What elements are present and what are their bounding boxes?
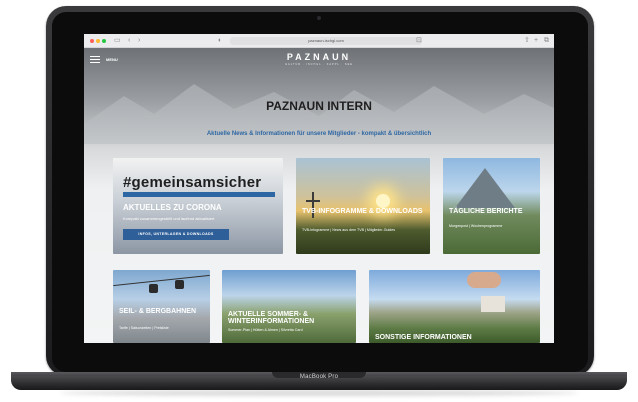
address-bar[interactable]: paznaun-ischgl.com — [230, 37, 422, 45]
site-logo-sub: GALTÜR · ISCHGL · KAPPL · SEE — [285, 63, 353, 66]
back-icon[interactable]: ‹ — [128, 37, 130, 45]
card-daily-reports[interactable]: TÄGLICHE BERICHTE Morgenpost | Wochenpro… — [443, 158, 540, 254]
mountain-peak-image — [455, 168, 515, 208]
maximize-window-icon[interactable] — [102, 39, 106, 43]
gondola-image — [175, 280, 184, 289]
page-title: PAZNAUN INTERN — [266, 99, 372, 113]
card-infogramme[interactable]: TVB-INFOGRAMME & DOWNLOADS TVB-Infogramm… — [296, 158, 430, 254]
card-other-info[interactable]: SONSTIGE INFORMATIONEN — [369, 270, 540, 343]
privacy-shield-icon[interactable]: ◐ — [218, 37, 222, 45]
card-title: AKTUELLES ZU CORONA — [123, 203, 222, 212]
hashtag-text: #gemeinsamsicher — [123, 174, 262, 191]
card-title: TVB-INFOGRAMME & DOWNLOADS — [302, 208, 423, 215]
card-text: Tarife | Saisonzeiten | Preisliste — [119, 326, 169, 330]
house-image — [481, 296, 505, 312]
card-cable-cars[interactable]: SEIL- & BERGBAHNEN Tarife | Saisonzeiten… — [113, 270, 210, 343]
browser-window: ▭ ‹ › ◐ paznaun-ischgl.com ⊡ ⇧ + ⧉ MENU … — [84, 34, 554, 343]
summit-cross-bar — [306, 200, 320, 202]
cable-line-image — [113, 274, 210, 287]
infos-downloads-button[interactable]: INFOS, UNTERLAGEN & DOWNLOADS — [123, 229, 229, 240]
minimize-window-icon[interactable] — [96, 39, 100, 43]
card-season-info[interactable]: AKTUELLE SOMMER- & WINTERINFORMATIONEN S… — [222, 270, 356, 343]
close-window-icon[interactable] — [90, 39, 94, 43]
new-tab-icon[interactable]: + — [534, 37, 538, 45]
url-text: paznaun-ischgl.com — [308, 38, 344, 43]
sun-image — [376, 194, 390, 208]
hand-image — [467, 272, 501, 288]
card-title: SONSTIGE INFORMATIONEN — [375, 334, 472, 341]
laptop-mockup: ▭ ‹ › ◐ paznaun-ischgl.com ⊡ ⇧ + ⧉ MENU … — [0, 0, 638, 402]
card-text: TVB-Infogramme | News aus dem TVB | Mitg… — [302, 228, 396, 232]
share-icon[interactable]: ⇧ — [524, 37, 530, 45]
reader-icon[interactable]: ⊡ — [416, 37, 422, 45]
hashtag-underline — [123, 192, 275, 197]
page-subtitle: Aktuelle News & Informationen für unsere… — [206, 131, 432, 137]
browser-toolbar: ▭ ‹ › ◐ paznaun-ischgl.com ⊡ ⇧ + ⧉ — [84, 34, 554, 48]
card-text: Morgenpost | Wochenprogramme — [449, 224, 503, 228]
gondola-image — [149, 284, 158, 293]
card-text: Kompakt zusammengestellt und laufend akt… — [123, 216, 215, 221]
card-text: Sommer-Plan | Hütten & Almen | Silvretta… — [228, 328, 303, 332]
tabs-overview-icon[interactable]: ⧉ — [544, 37, 549, 45]
device-model-label: MacBook Pro — [299, 374, 339, 380]
sidebar-toggle-icon[interactable]: ▭ — [114, 37, 121, 45]
card-corona[interactable]: #gemeinsamsicher AKTUELLES ZU CORONA Kom… — [113, 158, 283, 254]
card-title: AKTUELLE SOMMER- & WINTERINFORMATIONEN — [228, 311, 315, 325]
forward-icon[interactable]: › — [138, 37, 140, 45]
card-title: TÄGLICHE BERICHTE — [449, 208, 523, 215]
website: MENU PAZNAUN GALTÜR · ISCHGL · KAPPL · S… — [84, 48, 554, 343]
site-logo[interactable]: PAZNAUN — [84, 52, 554, 62]
laptop-shadow — [60, 390, 578, 396]
camera-icon — [317, 16, 321, 20]
card-title: SEIL- & BERGBAHNEN — [119, 308, 197, 315]
